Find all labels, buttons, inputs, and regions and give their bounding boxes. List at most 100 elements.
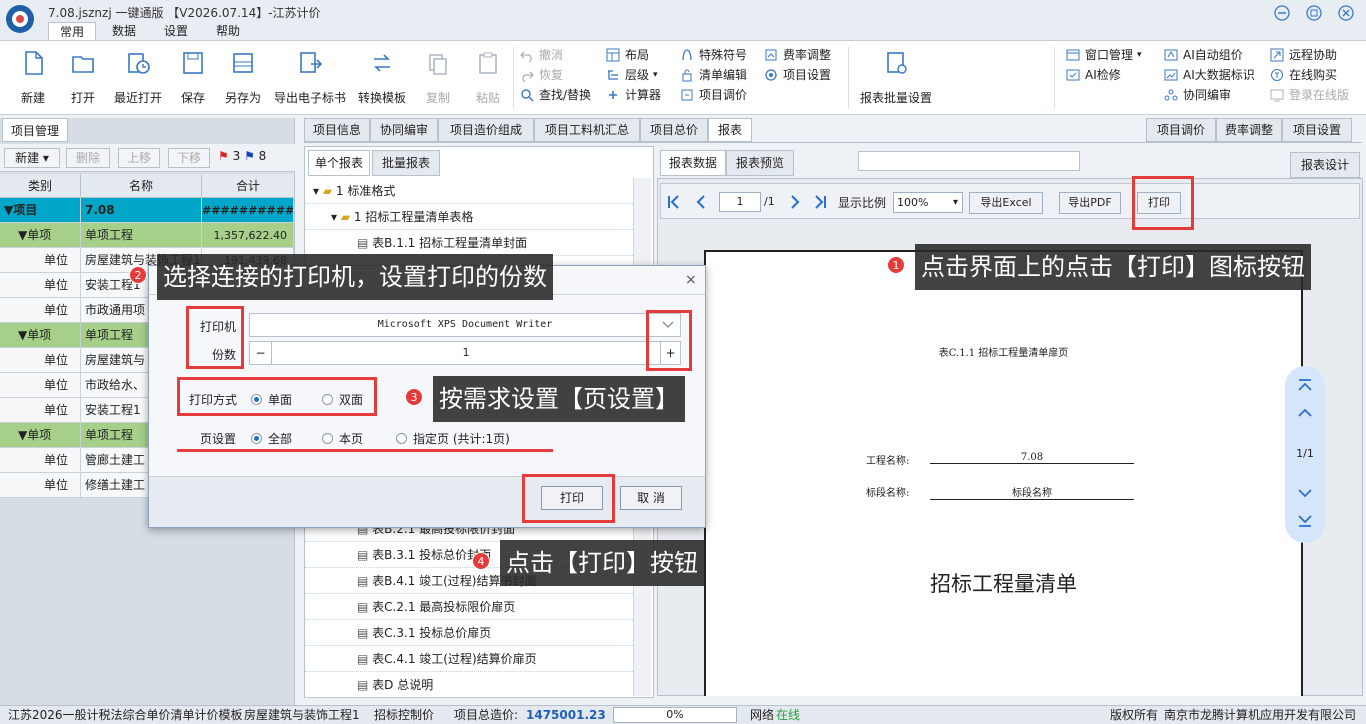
new-node-button[interactable]: 新建 ▾ xyxy=(4,148,60,168)
chevron-down-icon[interactable] xyxy=(1297,488,1313,500)
delete-button[interactable]: 删除 xyxy=(66,148,110,168)
step-badge-4: 4 xyxy=(472,552,490,570)
menu-tab-common[interactable]: 常用 xyxy=(48,22,96,40)
copies-minus-button[interactable]: − xyxy=(250,342,272,364)
paste-button[interactable]: 粘贴 xyxy=(468,47,508,111)
minimize-icon[interactable] xyxy=(1274,5,1290,21)
table-row[interactable]: ▼单项 单项工程 1,357,622.40 xyxy=(0,223,294,248)
export-bid-button[interactable]: 导出电子标书 xyxy=(272,47,348,111)
tree-cell-category: ▼单项 xyxy=(0,223,81,248)
project-settings-button[interactable]: 项目设置 xyxy=(764,65,844,85)
calculator-button[interactable]: 计算器 xyxy=(606,85,676,105)
list-item[interactable]: ▤ 表B.1.1 招标工程量清单封面 xyxy=(305,230,633,256)
report-design-button[interactable]: 报表设计 xyxy=(1290,152,1360,178)
remote-help-button[interactable]: 远程协助 xyxy=(1270,45,1364,65)
list-item[interactable]: ▾ ▰ 1 招标工程量清单表格 xyxy=(305,204,633,230)
export-pdf-button[interactable]: 导出PDF xyxy=(1059,192,1121,214)
online-buy-button[interactable]: 在线购买 xyxy=(1270,65,1364,85)
level-button[interactable]: 层级 ▾ xyxy=(606,65,676,85)
collapse-icon[interactable]: ▾ xyxy=(331,210,337,224)
folder-open-icon xyxy=(70,50,96,76)
double-up-icon[interactable] xyxy=(1297,378,1313,392)
window-manage-button[interactable]: 窗口管理 ▾ xyxy=(1066,45,1156,65)
tab-price-adjust[interactable]: 项目调价 xyxy=(1146,118,1216,142)
radio-specific-pages[interactable]: 指定页 (共计:1页) xyxy=(396,430,510,447)
collapse-icon[interactable]: ▾ xyxy=(313,184,319,198)
tab-rate-adjust[interactable]: 费率调整 xyxy=(1216,118,1282,142)
find-replace-button[interactable]: 查找/替换 xyxy=(520,85,600,105)
tab-total-price[interactable]: 项目总价 xyxy=(640,118,708,142)
double-down-icon[interactable] xyxy=(1297,514,1313,528)
undo-button[interactable]: 撤消 xyxy=(520,45,600,65)
restore-icon[interactable] xyxy=(1306,5,1322,21)
chevron-up-icon[interactable] xyxy=(1297,406,1313,418)
save-button[interactable]: 保存 xyxy=(172,47,214,111)
special-symbol-button[interactable]: 特殊符号 xyxy=(680,45,762,65)
list-item[interactable]: ▾ ▰ 1 标准格式 xyxy=(305,178,633,204)
list-item[interactable]: ▤ 表C.3.1 投标总价扉页 xyxy=(305,620,633,646)
recent-open-button[interactable]: 最近打开 xyxy=(110,47,166,111)
tab-single-report[interactable]: 单个报表 xyxy=(308,150,370,176)
cancel-button[interactable]: 取 消 xyxy=(620,486,682,510)
tree-cell-category: 单位 xyxy=(0,348,81,373)
tab-report[interactable]: 报表 xyxy=(708,118,752,142)
save-as-button[interactable]: 另存为 xyxy=(220,47,266,111)
ai-big-data-button[interactable]: AI大数据标识 xyxy=(1164,65,1264,85)
menu-tab-help[interactable]: 帮助 xyxy=(204,22,252,40)
copy-button[interactable]: 复制 xyxy=(418,47,458,111)
printer-select[interactable]: Microsoft XPS Document Writer xyxy=(249,313,681,337)
tab-labor-material-summary[interactable]: 项目工料机汇总 xyxy=(534,118,640,142)
batch-report-settings-button[interactable]: 报表批量设置 xyxy=(856,47,936,111)
table-row[interactable]: ▼项目7.08############ xyxy=(0,198,294,223)
next-page-icon[interactable] xyxy=(788,194,802,210)
tab-project-manager[interactable]: 项目管理 xyxy=(2,118,68,142)
tab-batch-report[interactable]: 批量报表 xyxy=(372,150,440,176)
list-item[interactable]: ▤ 表C.2.1 最高投标限价扉页 xyxy=(305,594,633,620)
paper-title: 招标工程量清单 xyxy=(930,572,1077,596)
copies-stepper[interactable]: − 1 + xyxy=(249,341,681,365)
document-icon: ▤ xyxy=(357,236,369,250)
tab-cost-composition[interactable]: 项目造价组成 xyxy=(438,118,534,142)
first-page-icon[interactable] xyxy=(666,194,680,210)
radio-current-page[interactable]: 本页 xyxy=(322,430,363,447)
radio-all-pages[interactable]: 全部 xyxy=(251,430,292,447)
copies-input[interactable]: 1 xyxy=(272,342,660,364)
ribbon-separator xyxy=(513,47,514,109)
report-name-field[interactable] xyxy=(858,151,1080,171)
list-edit-button[interactable]: 清单编辑 xyxy=(680,65,762,85)
export-excel-button[interactable]: 导出Excel xyxy=(969,192,1043,214)
move-up-button[interactable]: 上移 xyxy=(118,148,160,168)
flag-counts: ⚑ 3 ⚑ 8 xyxy=(218,149,267,163)
tab-collab-review[interactable]: 协同编审 xyxy=(370,118,438,142)
blue-flag-icon[interactable]: ⚑ xyxy=(244,149,255,163)
app-logo-icon[interactable] xyxy=(4,3,36,35)
rate-adjust-button[interactable]: 费率调整 xyxy=(764,45,844,65)
page-number-input[interactable]: 1 xyxy=(719,192,761,212)
tab-report-data[interactable]: 报表数据 xyxy=(660,150,726,176)
new-button[interactable]: 新建 xyxy=(12,47,54,111)
convert-template-button[interactable]: 转换模板 xyxy=(354,47,410,111)
prev-page-icon[interactable] xyxy=(694,194,708,210)
scale-select[interactable]: 100% ▾ xyxy=(893,192,963,213)
menu-tab-settings[interactable]: 设置 xyxy=(152,22,200,40)
red-flag-icon[interactable]: ⚑ xyxy=(218,149,229,163)
ai-check-button[interactable]: AI检修 xyxy=(1066,65,1156,85)
last-page-icon[interactable] xyxy=(814,194,828,210)
copy-icon xyxy=(425,50,451,76)
list-item[interactable]: ▤ 表C.4.1 竣工(过程)结算价扉页 xyxy=(305,646,633,672)
close-window-icon[interactable] xyxy=(1338,5,1354,21)
project-price-adjust-button[interactable]: 项目调价 xyxy=(680,85,762,105)
tab-report-preview[interactable]: 报表预览 xyxy=(726,150,794,176)
collab-review-button[interactable]: 协同编审 xyxy=(1164,85,1264,105)
ai-auto-price-button[interactable]: AI自动组价 xyxy=(1164,45,1264,65)
open-button[interactable]: 打开 xyxy=(62,47,104,111)
move-down-button[interactable]: 下移 xyxy=(168,148,210,168)
tab-project-info[interactable]: 项目信息 xyxy=(304,118,370,142)
redo-button[interactable]: 恢复 xyxy=(520,65,600,85)
list-item[interactable]: ▤ 表D 总说明 xyxy=(305,672,633,698)
tab-project-settings[interactable]: 项目设置 xyxy=(1282,118,1352,142)
layout-button[interactable]: 布局 xyxy=(606,45,676,65)
login-online-button[interactable]: 登录在线版 xyxy=(1270,85,1364,105)
menu-tab-data[interactable]: 数据 xyxy=(100,22,148,40)
dialog-close-icon[interactable]: × xyxy=(685,272,697,288)
